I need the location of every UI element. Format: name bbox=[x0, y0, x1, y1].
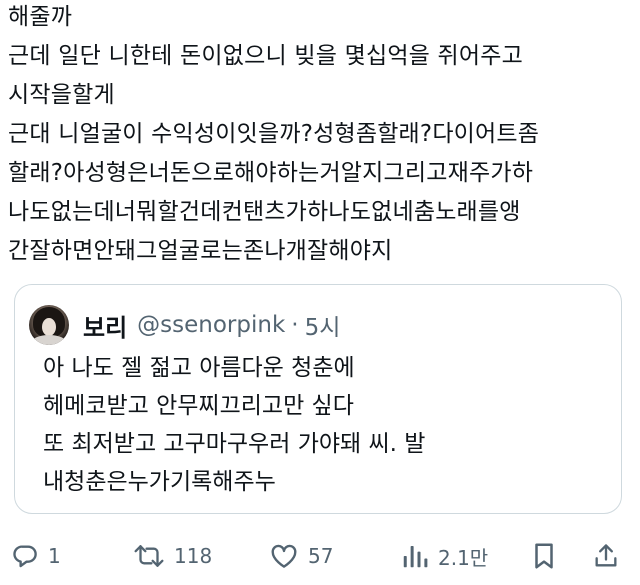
tweet-action-bar: 1 118 57 2.1만 bbox=[0, 530, 640, 582]
share-button[interactable] bbox=[592, 530, 620, 582]
quoted-text-line: 아 나도 젤 젊고 아름다운 청춘에 bbox=[43, 355, 355, 381]
quoted-text-line: 내청춘은누가기록해주누 bbox=[43, 469, 276, 495]
tweet-text-line: 할래?아성형은너돈으로해야하는거알지그리고재주가하 bbox=[8, 160, 534, 186]
avatar-face bbox=[42, 318, 56, 336]
quoted-text-line: 또 최저받고 고구마구우러 가야돼 씨. 발 bbox=[43, 431, 426, 457]
quoted-text-line: 헤메코받고 안무찌끄리고만 싶다 bbox=[43, 393, 354, 419]
reply-icon bbox=[10, 541, 40, 571]
tweet-text-line: 근대 니얼굴이 수익성이잇을까?성형좀할래?다이어트좀 bbox=[8, 121, 540, 147]
share-icon bbox=[592, 541, 620, 571]
views-icon bbox=[400, 541, 430, 571]
views-button[interactable]: 2.1만 bbox=[400, 530, 488, 582]
quoted-author-name[interactable]: 보리 bbox=[83, 308, 127, 343]
avatar-shoulders bbox=[31, 335, 67, 345]
avatar[interactable] bbox=[29, 305, 69, 345]
quoted-tweet-header: 보리 @ssenorpink · 5시 bbox=[29, 305, 340, 345]
retweet-button[interactable]: 118 bbox=[132, 530, 212, 582]
quoted-tweet-body: 아 나도 젤 젊고 아름다운 청춘에 헤메코받고 안무찌끄리고만 싶다 또 최저… bbox=[43, 349, 425, 501]
bookmark-button[interactable] bbox=[530, 530, 558, 582]
bookmark-icon bbox=[530, 541, 558, 571]
like-count: 57 bbox=[308, 544, 334, 568]
reply-count: 1 bbox=[48, 544, 61, 568]
tweet-text-line: 근데 일단 니한테 돈이없으니 빚을 몇십억을 쥐어주고 bbox=[8, 43, 523, 69]
tweet-text-line: 해줄까 bbox=[8, 4, 73, 30]
tweet-text-line: 나도없는데너뭐할건데컨탠츠가하나도없네춤노래를앵 bbox=[8, 199, 521, 225]
like-button[interactable]: 57 bbox=[268, 530, 333, 582]
tweet-text-line: 간잘하면안돼그얼굴로는존나개잘해야지 bbox=[8, 238, 393, 264]
heart-icon bbox=[268, 541, 300, 571]
reply-button[interactable]: 1 bbox=[10, 530, 61, 582]
separator-dot: · bbox=[291, 312, 299, 338]
quoted-author-handle[interactable]: @ssenorpink bbox=[137, 312, 285, 338]
quoted-tweet-card[interactable]: 보리 @ssenorpink · 5시 아 나도 젤 젊고 아름다운 청춘에 헤… bbox=[14, 284, 622, 514]
views-count: 2.1만 bbox=[438, 545, 489, 570]
tweet-body: 해줄까 근데 일단 니한테 돈이없으니 빚을 몇십억을 쥐어주고 시작을할게 근… bbox=[8, 0, 632, 271]
quoted-timestamp[interactable]: 5시 bbox=[305, 308, 341, 342]
tweet-text-line: 시작을할게 bbox=[8, 82, 115, 108]
retweet-count: 118 bbox=[174, 544, 213, 568]
retweet-icon bbox=[132, 541, 166, 571]
